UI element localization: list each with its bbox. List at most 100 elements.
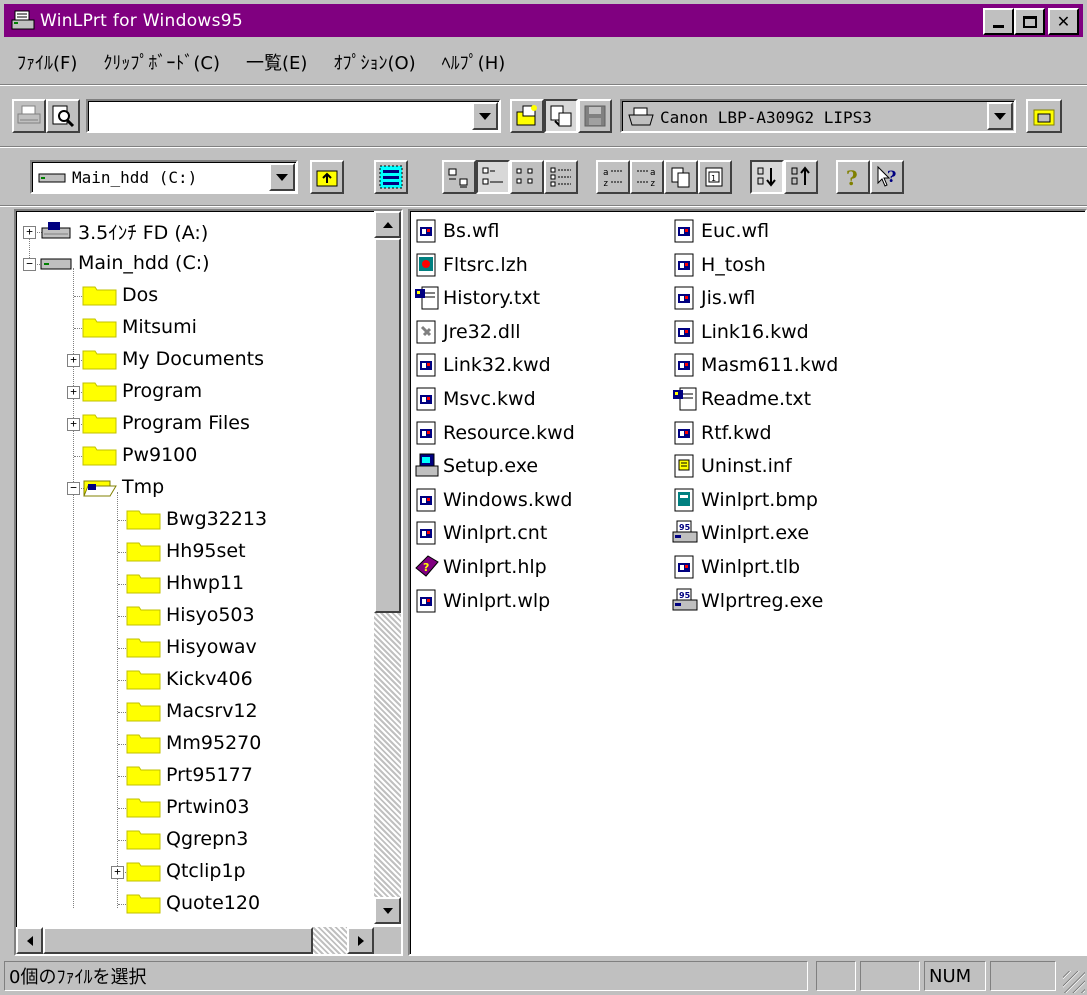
menu-file[interactable]: ﾌｧｲﾙ(F) xyxy=(4,49,90,75)
collapse-icon[interactable]: − xyxy=(67,482,80,495)
sort-name-button[interactable]: az xyxy=(596,160,630,194)
file-item[interactable]: Winlprt.tlb xyxy=(672,552,800,582)
sort-ext-button[interactable]: az xyxy=(630,160,664,194)
resize-grip[interactable] xyxy=(1063,971,1085,993)
menu-help[interactable]: ﾍﾙﾌﾟ(H) xyxy=(429,49,519,75)
tree-item[interactable]: Mm95270 xyxy=(126,728,261,758)
file-item[interactable]: Rtf.kwd xyxy=(672,418,772,448)
scroll-down-button[interactable] xyxy=(374,897,401,924)
details-view-button[interactable] xyxy=(544,160,578,194)
preview-button[interactable] xyxy=(46,99,80,133)
file-name: Winlprt.cnt xyxy=(443,522,548,545)
file-item[interactable]: Jre32.dll xyxy=(414,317,521,347)
expand-icon[interactable]: + xyxy=(67,354,80,367)
printer-dropdown-button[interactable] xyxy=(987,102,1013,130)
open-file-button[interactable] xyxy=(510,99,544,133)
file-item[interactable]: Jis.wfl xyxy=(672,283,755,313)
tree-item[interactable]: Qtclip1p xyxy=(126,856,246,886)
file-item[interactable]: Masm611.kwd xyxy=(672,350,838,380)
help-button[interactable]: ? xyxy=(836,160,870,194)
context-help-button[interactable]: ? xyxy=(870,160,904,194)
file-item[interactable]: H_tosh xyxy=(672,250,766,280)
file-item[interactable]: Resource.kwd xyxy=(414,418,575,448)
path-combobox[interactable] xyxy=(86,99,501,133)
tree-item[interactable]: 3.5ｲﾝﾁ FD (A:) xyxy=(38,216,208,246)
tree-item[interactable]: Prt95177 xyxy=(126,760,253,790)
scroll-left-button[interactable] xyxy=(16,927,43,954)
file-item[interactable]: 95 Winlprt.exe xyxy=(672,518,809,548)
expand-icon[interactable]: + xyxy=(67,386,80,399)
tree-item[interactable]: Kickv406 xyxy=(126,664,253,694)
tree-item[interactable]: Hh95set xyxy=(126,536,246,566)
file-list[interactable]: Bs.wfl Fltsrc.lzh History.txt Jre32.dll Link… xyxy=(408,209,1087,956)
path-dropdown-button[interactable] xyxy=(472,102,498,130)
file-item[interactable]: Readme.txt xyxy=(672,384,811,414)
tree-item[interactable]: Hisyo503 xyxy=(126,600,255,630)
file-item[interactable]: Winlprt.wlp xyxy=(414,586,550,616)
drive-dropdown-button[interactable] xyxy=(269,163,295,191)
tree-item[interactable]: Program xyxy=(82,376,202,406)
file-item[interactable]: Setup.exe xyxy=(414,451,538,481)
file-item[interactable]: Fltsrc.lzh xyxy=(414,250,528,280)
tree-item[interactable]: Hhwp11 xyxy=(126,568,244,598)
print-button[interactable] xyxy=(12,99,46,133)
sort-ascending-button[interactable] xyxy=(750,160,784,194)
small-icons-button[interactable] xyxy=(476,160,510,194)
file-item[interactable]: History.txt xyxy=(414,283,540,313)
close-button[interactable]: ✕ xyxy=(1048,8,1079,35)
tree-item[interactable]: Tmp xyxy=(82,472,164,502)
tree-scroll-thumb[interactable] xyxy=(374,238,401,613)
tree-item[interactable]: Qgrepn3 xyxy=(126,824,248,854)
tree-item[interactable]: Mitsumi xyxy=(82,312,197,342)
folder-tree[interactable]: +3.5ｲﾝﾁ FD (A:) − Main_hdd (C:) Dos Mitsumi +… xyxy=(14,209,403,956)
printer-combobox[interactable]: Canon LBP-A309G2 LIPS3 xyxy=(620,99,1016,133)
scroll-up-button[interactable] xyxy=(374,211,401,238)
up-folder-button[interactable] xyxy=(310,160,344,194)
large-icons-button[interactable] xyxy=(442,160,476,194)
file-item[interactable]: Windows.kwd xyxy=(414,485,572,515)
tree-item[interactable]: Pw9100 xyxy=(82,440,197,470)
menu-options[interactable]: ｵﾌﾟｼｮﾝ(O) xyxy=(320,49,428,75)
sort-date-button[interactable]: 1 xyxy=(698,160,732,194)
clipboard-button[interactable] xyxy=(544,99,578,133)
file-item[interactable]: Winlprt.bmp xyxy=(672,485,818,515)
save-button[interactable] xyxy=(578,99,612,133)
select-all-button[interactable] xyxy=(374,160,408,194)
sort-size-button[interactable] xyxy=(664,160,698,194)
tree-item[interactable]: Program Files xyxy=(82,408,250,438)
file-item[interactable]: Euc.wfl xyxy=(672,216,769,246)
list-view-button[interactable] xyxy=(510,160,544,194)
tree-item[interactable]: Dos xyxy=(82,280,158,310)
maximize-button[interactable] xyxy=(1014,8,1045,35)
menu-clipboard[interactable]: ｸﾘｯﾌﾟﾎﾞｰﾄﾞ(C) xyxy=(90,49,233,75)
title-bar[interactable]: WinLPrt for Windows95 ✕ xyxy=(4,4,1083,37)
file-item[interactable]: ? Winlprt.hlp xyxy=(414,552,547,582)
file-item[interactable]: 95 Wlprtreg.exe xyxy=(672,586,823,616)
tree-item[interactable]: Bwg32213 xyxy=(126,504,267,534)
minimize-button[interactable] xyxy=(983,8,1014,35)
menu-list[interactable]: 一覧(E) xyxy=(233,49,320,75)
file-item[interactable]: Link16.kwd xyxy=(672,317,809,347)
tree-vertical-scrollbar[interactable] xyxy=(374,211,401,924)
folder-open-button[interactable] xyxy=(1026,99,1062,133)
expand-icon[interactable]: + xyxy=(111,866,124,879)
tree-item[interactable]: Hisyowav xyxy=(126,632,257,662)
tree-item[interactable]: Main_hdd (C:) xyxy=(38,248,210,278)
drive-combobox[interactable]: Main_hdd (C:) xyxy=(30,160,298,194)
tree-horizontal-scrollbar[interactable] xyxy=(16,927,374,954)
sort-descending-button[interactable] xyxy=(784,160,818,194)
file-item[interactable]: Uninst.inf xyxy=(672,451,792,481)
expand-icon[interactable]: + xyxy=(23,226,36,239)
file-item[interactable]: Msvc.kwd xyxy=(414,384,536,414)
tree-hscroll-thumb[interactable] xyxy=(43,927,313,954)
scroll-right-button[interactable] xyxy=(347,927,374,954)
tree-item[interactable]: Quote120 xyxy=(126,888,260,918)
expand-icon[interactable]: + xyxy=(67,418,80,431)
file-item[interactable]: Link32.kwd xyxy=(414,350,551,380)
collapse-icon[interactable]: − xyxy=(23,258,36,271)
tree-item[interactable]: My Documents xyxy=(82,344,264,374)
file-item[interactable]: Winlprt.cnt xyxy=(414,518,547,548)
tree-item[interactable]: Prtwin03 xyxy=(126,792,249,822)
file-item[interactable]: Bs.wfl xyxy=(414,216,499,246)
tree-item[interactable]: Macsrv12 xyxy=(126,696,258,726)
